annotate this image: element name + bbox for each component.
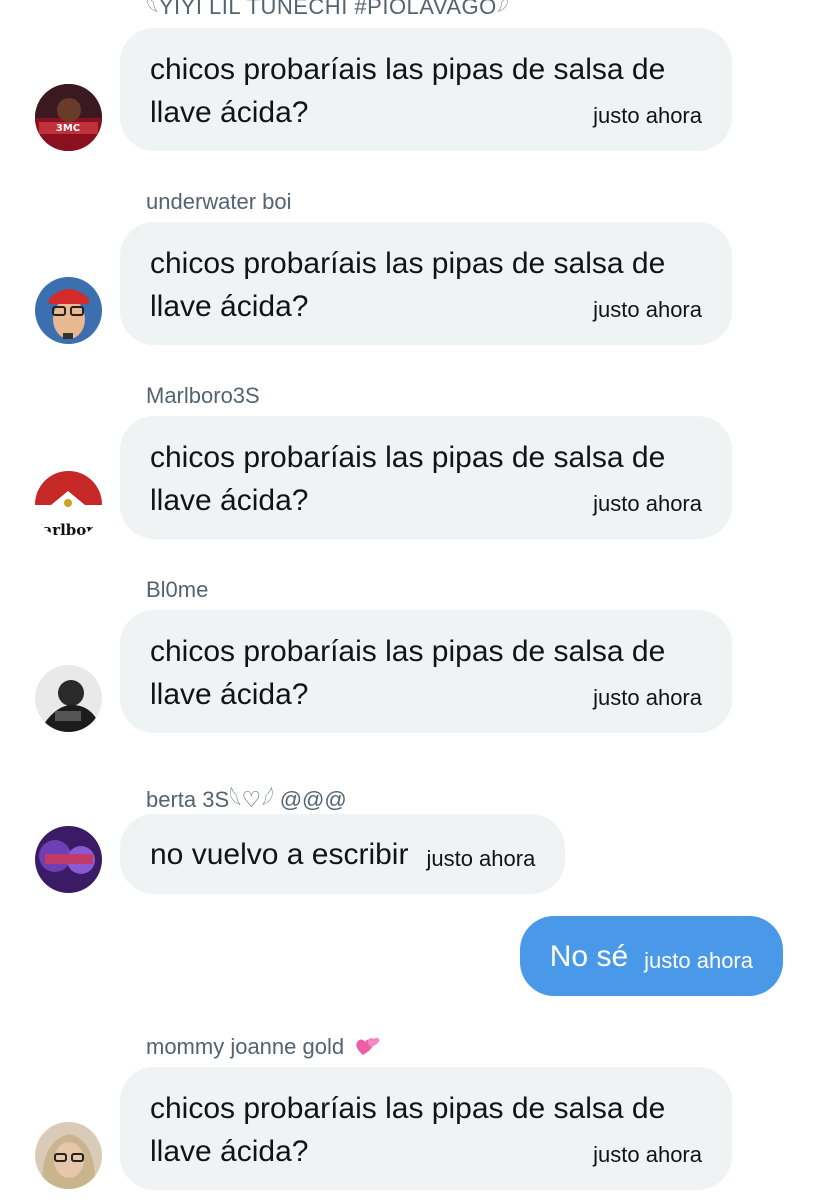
avatar-text: Marlboro <box>35 521 102 538</box>
message-timestamp: justo ahora <box>593 491 702 516</box>
message-timestamp: justo ahora <box>593 297 702 322</box>
sender-name-text: mommy joanne gold <box>146 1034 345 1059</box>
avatar[interactable] <box>35 277 102 344</box>
avatar[interactable] <box>35 826 102 893</box>
sender-name[interactable]: underwater boi <box>146 189 292 215</box>
message-timestamp: justo ahora <box>593 685 702 710</box>
sender-name[interactable]: mommy joanne gold <box>146 1034 380 1063</box>
message-bubble[interactable]: chicos probaríais las pipas de salsa de … <box>120 610 732 733</box>
avatar-image <box>35 1122 102 1189</box>
message-text: no vuelvo a escribir <box>150 837 409 871</box>
message-bubble[interactable]: no vuelvo a escribir justo ahora <box>120 814 566 894</box>
message-timestamp: justo ahora <box>593 103 702 128</box>
two-hearts-icon <box>354 1035 380 1063</box>
avatar[interactable] <box>35 665 102 732</box>
message-timestamp: justo ahora <box>426 846 536 871</box>
sender-name[interactable]: berta 3S𓆩♡𓆪 @@@ <box>146 779 347 815</box>
avatar-image: 3MC <box>35 84 102 151</box>
message-bubble[interactable]: chicos probaríais las pipas de salsa de … <box>120 28 732 151</box>
message-bubble[interactable]: chicos probaríais las pipas de salsa de … <box>120 416 732 539</box>
sent-message-bubble[interactable]: No sé justo ahora <box>519 916 783 996</box>
sender-name[interactable]: 𓆩YIYI LIL TUNECHI #PIOLAVAGO𓆪 <box>146 0 510 22</box>
avatar-text: 3MC <box>56 123 80 134</box>
avatar-image <box>35 277 102 344</box>
message-timestamp: justo ahora <box>644 948 753 973</box>
avatar-image <box>35 826 102 893</box>
avatar[interactable]: Marlboro <box>35 471 102 538</box>
avatar-image: Marlboro <box>35 471 102 538</box>
avatar-image <box>35 665 102 732</box>
message-text: No sé <box>549 939 629 973</box>
sender-name[interactable]: Marlboro3S <box>146 383 260 409</box>
message-bubble[interactable]: chicos probaríais las pipas de salsa de … <box>120 222 732 345</box>
message-timestamp: justo ahora <box>593 1142 702 1167</box>
message-bubble[interactable]: chicos probaríais las pipas de salsa de … <box>120 1067 732 1190</box>
sender-name[interactable]: Bl0me <box>146 577 208 603</box>
avatar[interactable]: 3MC <box>35 84 102 151</box>
avatar[interactable] <box>35 1122 102 1189</box>
